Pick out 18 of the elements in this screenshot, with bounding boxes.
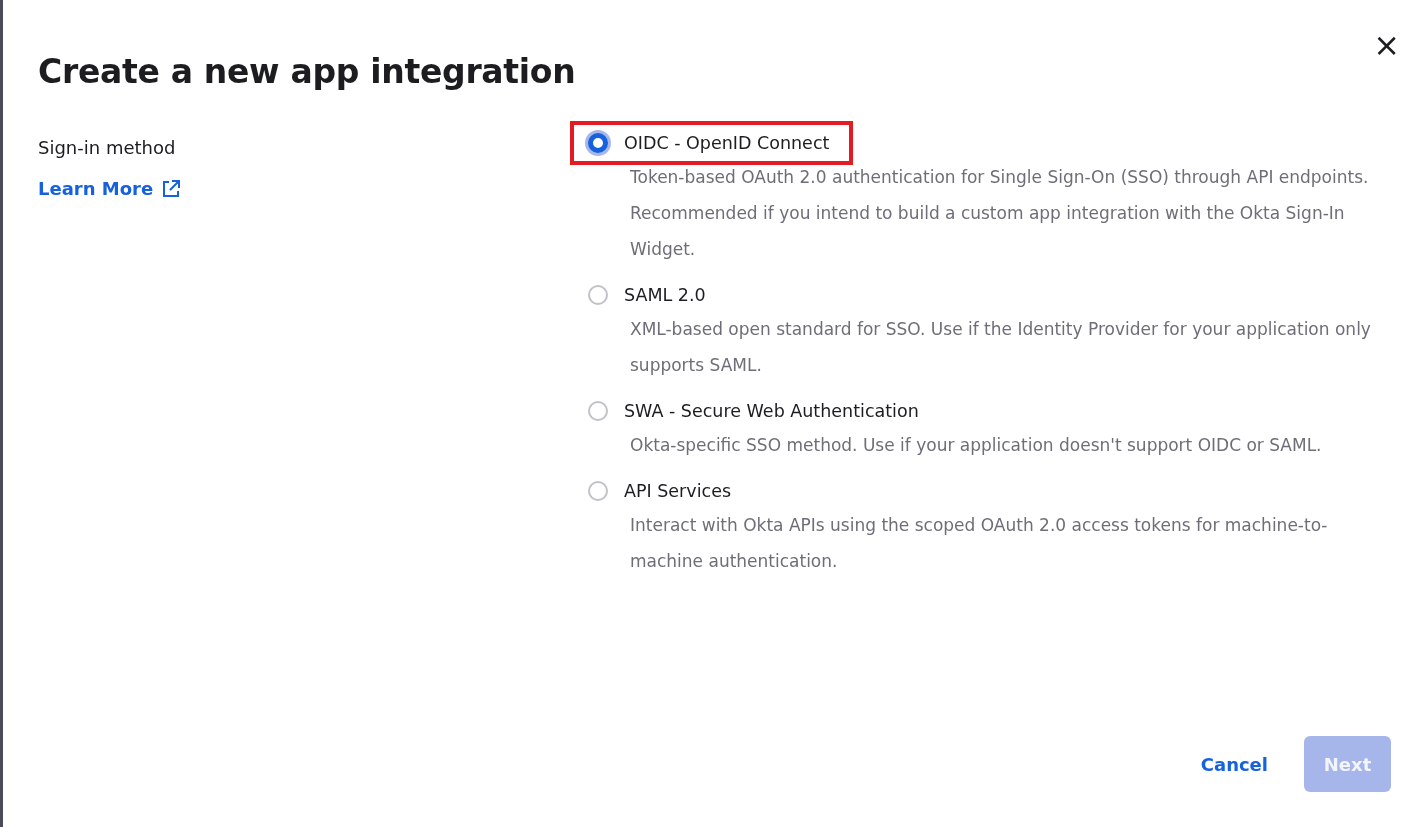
radio-button[interactable] xyxy=(588,481,608,501)
option-label[interactable]: API Services xyxy=(624,481,732,501)
option-label[interactable]: SWA - Secure Web Authentication xyxy=(624,401,919,421)
radio-button[interactable] xyxy=(588,401,608,421)
dialog-title: Create a new app integration xyxy=(38,52,576,91)
option-description: Token-based OAuth 2.0 authentication for Single Sign-On (SSO) through API endpoints. Recommended if you intend to build a custom app integration with the Okta Sign-In Widget. xyxy=(630,166,1370,261)
external-link-icon xyxy=(161,178,182,199)
radio-button[interactable] xyxy=(588,285,608,305)
option-description: Interact with Okta APIs using the scoped OAuth 2.0 access tokens for machine-to-machine authentication. xyxy=(630,514,1329,573)
cancel-button[interactable]: Cancel xyxy=(1200,753,1268,775)
option-label[interactable]: OIDC - OpenID Connect xyxy=(624,133,830,153)
option-description: Okta-specific SSO method. Use if your application doesn't support OIDC or SAML. xyxy=(630,434,1323,457)
radio-button[interactable] xyxy=(588,133,608,153)
sign-in-method-label: Sign-in method xyxy=(38,137,177,158)
option-label[interactable]: SAML 2.0 xyxy=(624,285,706,305)
close-button[interactable]: × xyxy=(1367,30,1406,60)
option-description: XML-based open standard for SSO. Use if the Identity Provider for your application only supports SAML. xyxy=(630,318,1372,377)
learn-more-link[interactable]: Learn More xyxy=(38,178,182,199)
